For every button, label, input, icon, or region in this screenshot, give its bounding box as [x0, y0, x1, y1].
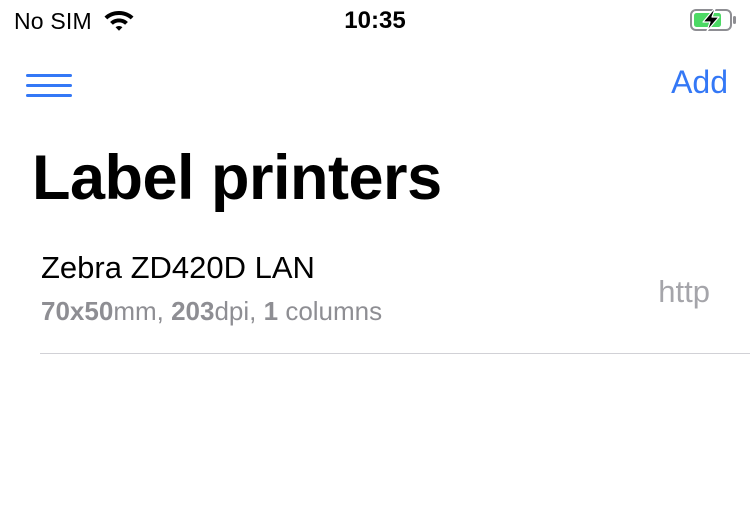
- label-size-value: 70x50: [41, 296, 114, 326]
- printer-protocol: http: [658, 274, 710, 309]
- columns-unit: columns: [278, 296, 383, 326]
- navigation-bar: Add: [0, 56, 750, 112]
- printer-details: 70x50mm, 203dpi, 1 columns: [41, 296, 382, 327]
- page-title: Label printers: [32, 143, 442, 213]
- dpi-unit: dpi,: [214, 296, 264, 326]
- dpi-value: 203: [171, 296, 215, 326]
- add-button[interactable]: Add: [671, 64, 728, 101]
- status-bar: No SIM 10:35: [0, 0, 750, 40]
- printer-row[interactable]: Zebra ZD420D LAN 70x50mm, 203dpi, 1 colu…: [0, 242, 750, 354]
- label-size-unit: mm,: [113, 296, 172, 326]
- clock: 10:35: [344, 7, 406, 34]
- battery-charging-icon: [690, 8, 736, 32]
- columns-value: 1: [263, 296, 279, 326]
- menu-button[interactable]: [22, 66, 76, 104]
- printer-name: Zebra ZD420D LAN: [41, 250, 315, 285]
- row-separator: [40, 353, 750, 354]
- printer-list: Zebra ZD420D LAN 70x50mm, 203dpi, 1 colu…: [0, 242, 750, 354]
